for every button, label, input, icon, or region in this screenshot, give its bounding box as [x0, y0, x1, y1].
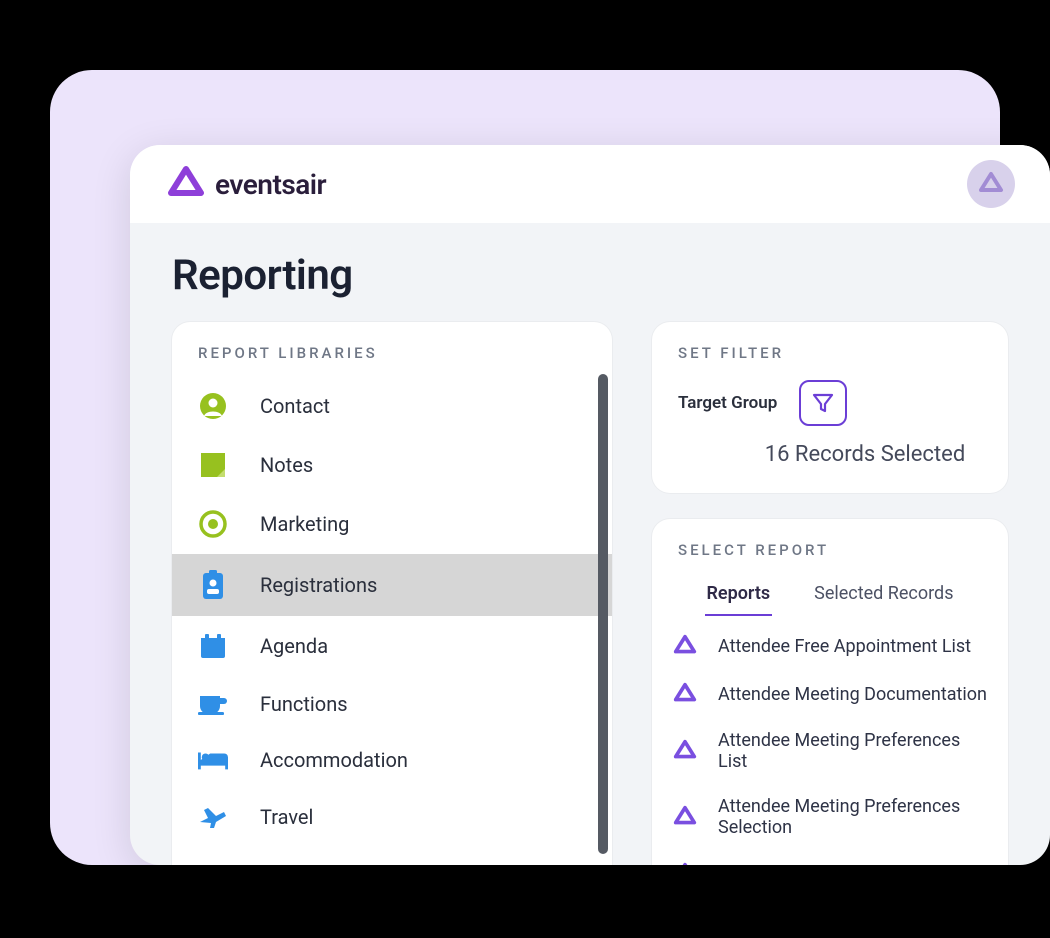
notes-icon	[198, 452, 228, 478]
target-icon	[198, 510, 228, 538]
report-item[interactable]: Attendee Meeting Schedule	[652, 850, 1008, 865]
scrollbar-thumb[interactable]	[598, 374, 608, 854]
report-item[interactable]: Attendee Free Appointment List	[652, 622, 1008, 670]
report-item[interactable]: Attendee Meeting Preferences Selection	[652, 784, 1008, 850]
bed-icon	[198, 749, 228, 771]
report-item-label: Attendee Meeting Preferences List	[718, 730, 988, 772]
page-title: Reporting	[130, 223, 1050, 322]
records-selected-text: 16 Records Selected	[678, 436, 982, 467]
report-item-label: Attendee Free Appointment List	[718, 636, 971, 657]
library-item-agenda[interactable]: Agenda	[172, 616, 612, 676]
library-item-label: Marketing	[260, 512, 349, 536]
filter-button[interactable]	[799, 380, 847, 426]
library-item-label: Functions	[260, 692, 348, 716]
library-item-label: Registrations	[260, 573, 377, 597]
select-report-title: SELECT REPORT	[652, 541, 1008, 573]
library-item-accommodation[interactable]: Accommodation	[172, 732, 612, 788]
tab-reports[interactable]: Reports	[705, 577, 773, 616]
library-item-label: Contact	[260, 394, 330, 418]
library-item-label: Notes	[260, 453, 313, 477]
badge-icon	[198, 570, 228, 600]
contact-icon	[198, 392, 228, 420]
funnel-icon	[811, 391, 835, 415]
report-tabs: Reports Selected Records	[652, 573, 1008, 616]
report-item-label: Attendee Meeting Preferences Selection	[718, 796, 988, 838]
tab-selected-records[interactable]: Selected Records	[812, 577, 955, 616]
library-item-notes[interactable]: Notes	[172, 436, 612, 494]
library-item-label: Accommodation	[260, 748, 408, 772]
set-filter-title: SET FILTER	[678, 344, 982, 380]
report-logo-icon	[672, 682, 698, 706]
select-report-panel: SELECT REPORT Reports Selected Records At…	[652, 519, 1008, 865]
logo-small-icon	[977, 171, 1005, 197]
brand-name: eventsair	[215, 168, 326, 201]
report-libraries-panel: REPORT LIBRARIES Contact Notes Marketing Re…	[172, 322, 612, 865]
target-group-label: Target Group	[678, 393, 777, 413]
report-logo-icon	[672, 739, 698, 763]
library-item-registrations[interactable]: Registrations	[172, 554, 612, 616]
library-item-label: Agenda	[260, 634, 328, 658]
report-item-label: Attendee Meeting Documentation	[718, 684, 987, 705]
coffee-icon	[198, 692, 228, 716]
report-libraries-list: Contact Notes Marketing Registrations Agenda…	[172, 376, 612, 846]
library-item-marketing[interactable]: Marketing	[172, 494, 612, 554]
report-item-label: Attendee Meeting Schedule	[718, 864, 938, 866]
report-list: Attendee Free Appointment List Attendee M…	[652, 616, 1008, 865]
library-item-travel[interactable]: Travel	[172, 788, 612, 846]
report-logo-icon	[672, 862, 698, 865]
library-item-label: Travel	[260, 805, 313, 829]
library-item-functions[interactable]: Functions	[172, 676, 612, 732]
calendar-icon	[198, 632, 228, 660]
report-logo-icon	[672, 634, 698, 658]
library-item-contact[interactable]: Contact	[172, 376, 612, 436]
set-filter-panel: SET FILTER Target Group 16 Records Selec…	[652, 322, 1008, 493]
topbar: eventsair	[130, 145, 1050, 223]
report-logo-icon	[672, 805, 698, 829]
app-window: eventsair Reporting REPORT LIBRARIES Con…	[130, 145, 1050, 865]
brand: eventsair	[165, 165, 326, 203]
brand-logo-icon	[165, 165, 207, 203]
report-item[interactable]: Attendee Meeting Preferences List	[652, 718, 1008, 784]
report-item[interactable]: Attendee Meeting Documentation	[652, 670, 1008, 718]
header-logo-button[interactable]	[967, 160, 1015, 208]
plane-icon	[198, 804, 228, 830]
report-libraries-title: REPORT LIBRARIES	[172, 322, 612, 376]
